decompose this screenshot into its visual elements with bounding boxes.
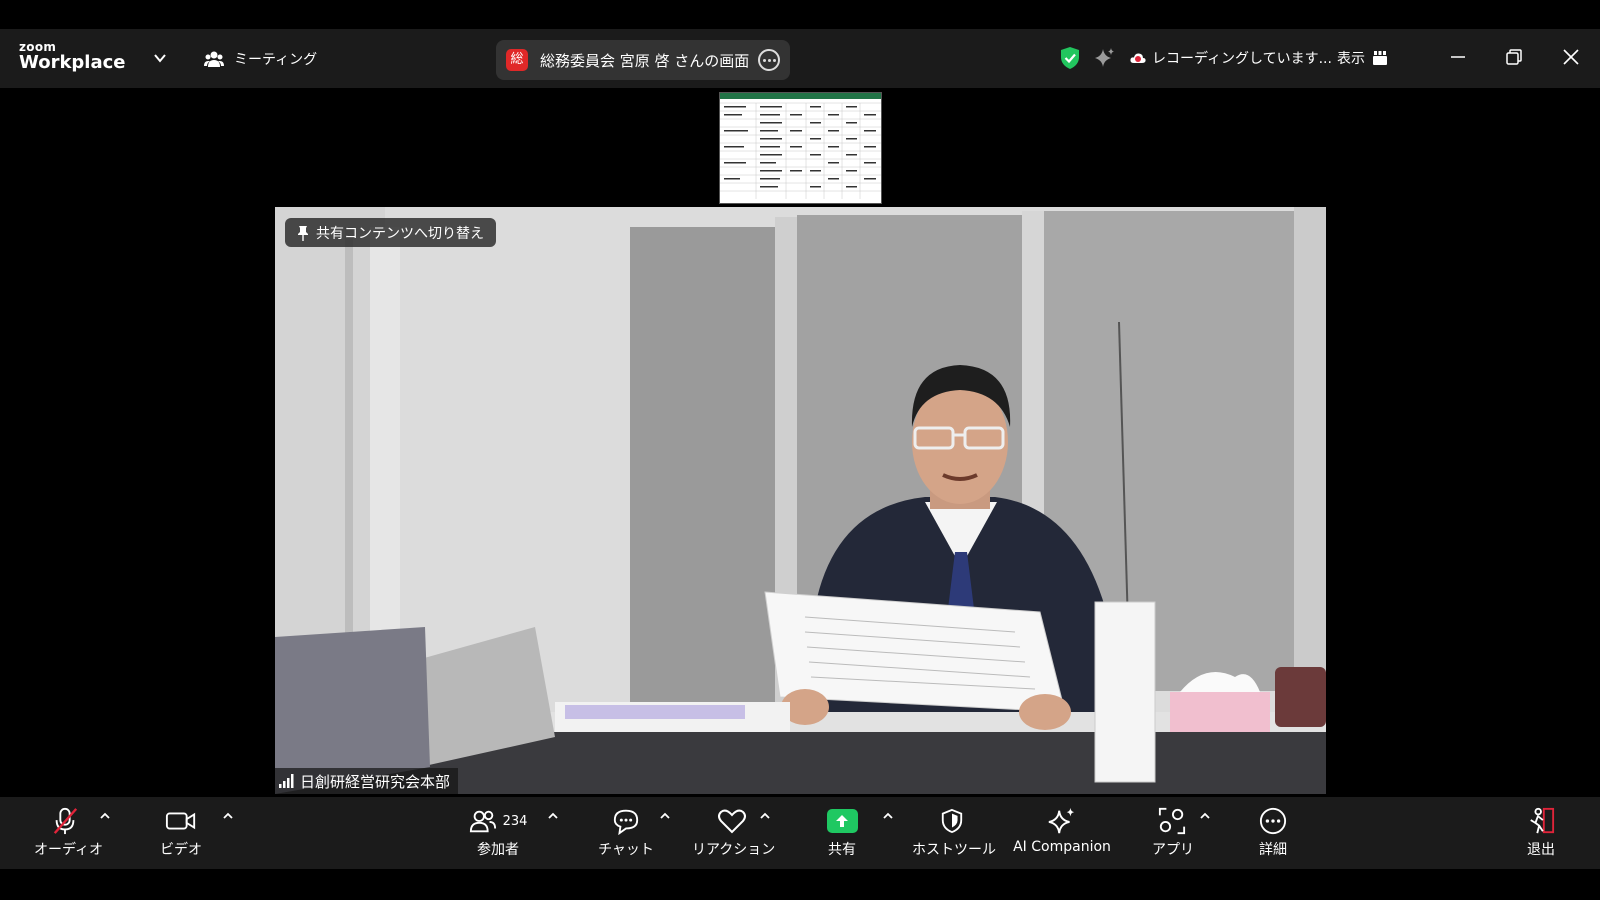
more-options-icon[interactable]	[758, 49, 780, 71]
apps-icon	[1158, 807, 1186, 835]
minimize-icon[interactable]	[1450, 49, 1466, 65]
close-icon[interactable]	[1562, 48, 1580, 66]
view-button[interactable]: 表示	[1337, 48, 1387, 68]
more-dots-icon	[1259, 807, 1287, 835]
sparkle-icon[interactable]	[1094, 47, 1116, 69]
participant-name: 日創研経営研究会本部	[300, 772, 451, 791]
pin-icon	[298, 225, 308, 241]
participants-button[interactable]: 234 参加者	[458, 805, 538, 859]
people-icon	[204, 51, 224, 67]
leave-door-icon	[1530, 807, 1555, 834]
switch-to-shared-content-button[interactable]: 共有コンテンツへ切り替え	[285, 218, 496, 247]
apps-button[interactable]: アプリ	[1152, 805, 1194, 859]
share-title: 総務委員会 宮原 啓 さんの画面	[540, 51, 750, 70]
leave-button[interactable]: 退出	[1521, 805, 1561, 859]
reactions-label: リアクション	[692, 842, 776, 858]
share-options-caret-icon[interactable]	[882, 811, 894, 821]
cloud-record-icon	[1130, 53, 1146, 63]
meeting-label: ミーティング	[234, 52, 318, 68]
apps-options-caret-icon[interactable]	[1199, 811, 1211, 821]
signal-strength-icon	[279, 774, 294, 788]
share-label: 共有	[828, 842, 856, 858]
recording-label: レコーディングしています...	[1152, 51, 1332, 67]
participants-label: 参加者	[477, 842, 519, 858]
screen-share-indicator[interactable]: 総 総務委員会 宮原 啓 さんの画面	[496, 40, 790, 80]
reactions-options-caret-icon[interactable]	[759, 811, 771, 821]
chat-label: チャット	[598, 842, 654, 858]
more-label: 詳細	[1259, 842, 1287, 858]
ai-sparkle-icon	[1048, 807, 1075, 834]
spreadsheet-preview	[720, 93, 881, 199]
meeting-toolbar: オーディオ ビデオ 234 参加者 チャット リアクション 共有 ホストツール …	[0, 797, 1600, 869]
video-label: ビデオ	[160, 842, 202, 858]
top-bar: zoom Workplace ミーティング 総 総務委員会 宮原 啓 さんの画面	[0, 29, 1600, 88]
chat-bubble-icon	[613, 809, 639, 835]
video-button[interactable]: ビデオ	[154, 805, 208, 859]
video-frame	[275, 207, 1326, 794]
host-tools-label: ホストツール	[912, 842, 996, 858]
logo-big-text: Workplace	[19, 52, 126, 73]
chat-button[interactable]: チャット	[598, 805, 654, 859]
sharer-avatar-badge: 総	[506, 49, 528, 71]
leave-label: 退出	[1527, 842, 1555, 858]
view-label: 表示	[1337, 51, 1365, 67]
audio-label: オーディオ	[34, 842, 104, 858]
heart-icon	[718, 809, 746, 834]
apps-label: アプリ	[1152, 842, 1194, 858]
participant-video[interactable]: 共有コンテンツへ切り替え 日創研経営研究会本部	[275, 207, 1326, 794]
recording-indicator[interactable]: レコーディングしています...	[1130, 48, 1332, 68]
pin-label: 共有コンテンツへ切り替え	[316, 225, 484, 242]
participants-count: 234	[502, 813, 528, 829]
participants-options-caret-icon[interactable]	[547, 811, 559, 821]
meeting-menu[interactable]: ミーティング	[204, 49, 317, 69]
ai-companion-button[interactable]: AI Companion	[1012, 805, 1112, 855]
participant-name-tag: 日創研経営研究会本部	[275, 768, 459, 794]
video-camera-icon	[165, 812, 196, 830]
host-tools-button[interactable]: ホストツール	[912, 805, 996, 859]
microphone-muted-icon	[53, 807, 78, 835]
shared-screen-thumbnail[interactable]	[719, 92, 882, 204]
zoom-workplace-logo[interactable]: zoom Workplace	[19, 41, 126, 72]
participants-icon	[469, 810, 496, 833]
chat-options-caret-icon[interactable]	[659, 811, 671, 821]
audio-button[interactable]: オーディオ	[34, 805, 104, 859]
video-options-caret-icon[interactable]	[222, 811, 234, 821]
share-screen-button[interactable]: 共有	[822, 805, 862, 859]
ai-companion-label: AI Companion	[1013, 839, 1111, 855]
more-button[interactable]: 詳細	[1253, 805, 1293, 859]
chevron-down-icon[interactable]	[153, 51, 167, 65]
restore-icon[interactable]	[1506, 49, 1522, 65]
encryption-shield-icon[interactable]	[1059, 46, 1081, 70]
shield-icon	[941, 808, 963, 834]
audio-options-caret-icon[interactable]	[99, 811, 111, 821]
grid-view-icon	[1373, 51, 1387, 65]
share-arrow-icon	[826, 809, 858, 833]
